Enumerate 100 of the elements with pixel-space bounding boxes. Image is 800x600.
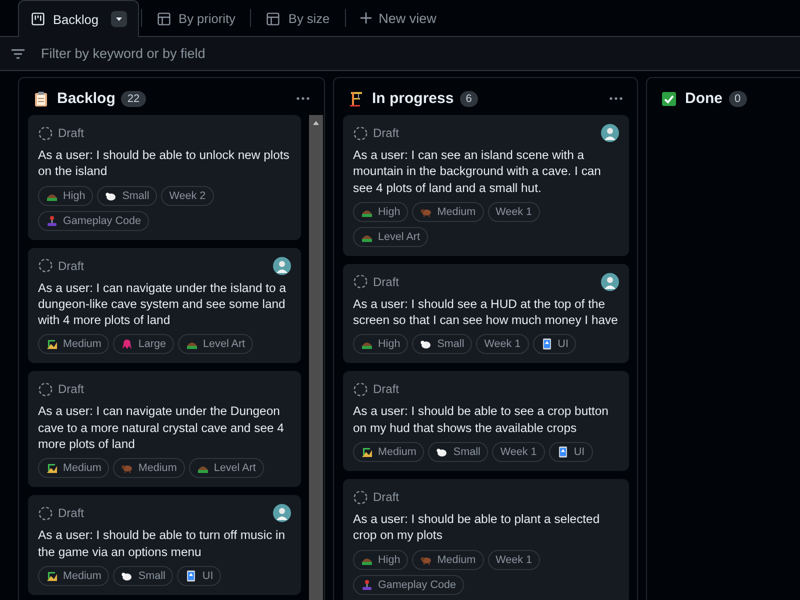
tag: High [353,550,408,570]
item-count: 6 [460,90,478,106]
status-label: Draft [58,506,84,520]
tag: Gameplay Code [38,210,150,231]
tag: Week 1 [488,550,540,570]
avatar[interactable] [273,504,291,522]
status-label: Draft [58,126,84,140]
tag: UI [532,334,576,354]
tag: Week 1 [492,442,545,462]
tag: Small [412,334,472,354]
issue-card[interactable]: Draft As a user: I should see a HUD at the top of the screen so that I can see how much money I have High Small Week 1 UI [343,264,629,364]
new-view-button[interactable]: New view [348,0,448,36]
issue-card[interactable]: Draft As a user: I can navigate under the Dungeon cave to a more natural crystal cave and see 4 more plots of land Medium Medium Level Art [28,371,301,488]
tablet-icon [540,338,553,350]
card-title: As a user: I should be able to plant a selected crop on my plots [353,511,601,544]
tag: Level Art [353,226,428,247]
status-label: Draft [58,258,84,273]
tag: High [353,202,408,222]
tag: Medium [412,202,484,222]
avatar[interactable] [273,256,291,275]
ellipsis-icon [296,97,310,100]
issue-card[interactable]: Draft As a user: I should be able to plant a selected crop on my plots High Medium Week 1 Gameplay Code [343,479,629,600]
draft-icon [353,126,368,140]
view-tab[interactable]: By priority [144,0,248,36]
card-title: As a user: I can see an island scene with a mountain in the background with a cave. I can see 4 plots of land and a small hut. [353,147,602,196]
tag: High [353,334,408,354]
tag: Week 1 [476,334,529,354]
issue-card[interactable]: Draft As a user: I can navigate under the island to a dungeon-like cave system and see some land with 4 more plots of land Medium Large Level Art [28,248,301,364]
dropdown-button[interactable] [110,11,127,27]
draft-icon [353,490,368,505]
tag: Week 1 [488,202,540,222]
tablet-icon [556,446,569,458]
status-label: Draft [373,490,400,504]
column-title: In progress [372,90,454,107]
scroll-up-icon[interactable] [312,119,320,127]
joystick-icon [46,214,58,227]
column-title: Backlog [57,90,116,107]
draft-icon [38,382,53,397]
view-tab[interactable]: By size [253,0,343,36]
card-title: As a user: I should be able to unlock new plots on the island [38,147,290,180]
tag: Medium [113,458,185,478]
draft-icon [353,274,368,290]
tag: Small [428,442,488,462]
issue-card[interactable]: Draft As a user: I should be able to see a crop button on my hud that shows the available crops Medium Small Week 1 UI [343,371,629,472]
joystick-icon [361,578,373,591]
issue-card[interactable]: Draft As a user: I can see an island scene with a mountain in the background with a cave. I can see 4 plots of land and a small hut. High Medium Week 1 Level Art [343,115,629,256]
sheep-icon [121,570,134,582]
tag: UI [177,566,222,586]
filter-input[interactable]: Filter by keyword or by field [41,46,341,61]
draft-icon [353,382,368,397]
tablet-icon [185,570,198,582]
scaffold-icon [348,90,364,106]
checkbox-icon [661,90,677,106]
tag: Medium [412,550,484,570]
tag: Medium [38,334,110,354]
board-icon [31,12,45,26]
tag: Large [113,334,174,354]
status-label: Draft [58,382,84,396]
issue-card[interactable]: Draft As a user: I should be able to unlock new plots on the island High Small Week 2 Gameplay Code [28,115,301,240]
card-title: As a user: I can navigate under the island to a dungeon-like cave system and see some land with 4 more plots of land [38,280,287,328]
card-title: As a user: I should be able to turn off music in the game via an options menu [38,527,286,560]
column-title: Done [685,90,722,107]
scrollbar[interactable] [309,115,323,600]
tag: Medium [38,566,110,586]
table-icon [156,12,171,26]
draft-icon [38,126,53,140]
tag: Gameplay Code [353,574,464,595]
card-title: As a user: I should see a HUD at the top of the screen so that I can see how much money I have [353,296,619,328]
card-title: As a user: I can navigate under the Dungeon cave to a more natural crystal cave and see 4 more plots of land [38,403,285,452]
status-label: Draft [373,382,400,396]
octopus-icon [121,338,134,350]
view-tab[interactable]: Backlog [18,0,139,37]
sheep-icon [420,338,432,350]
tag: Week 2 [161,186,214,206]
issue-card[interactable]: Draft As a user: I should be able to turn off music in the game via an options menu Medium Small UI [28,495,301,595]
draft-icon [38,258,53,274]
card-title: As a user: I should be able to see a crop button on my hud that shows the available crops [353,403,610,436]
sheep-icon [105,190,118,202]
sheep-icon [436,446,448,458]
tag: Small [113,566,174,586]
ox-icon [121,462,134,474]
ellipsis-icon [609,97,623,100]
clipboard-icon [33,90,49,106]
tag: Small [97,186,158,206]
avatar[interactable] [601,124,619,142]
avatar[interactable] [601,272,619,291]
tag: Level Art [178,334,254,354]
tag: UI [548,442,593,462]
status-label: Draft [373,274,400,289]
tag: Medium [353,442,424,462]
table-icon [266,12,280,26]
tag: High [38,186,94,206]
item-count: 22 [121,90,146,106]
tag: Level Art [188,458,264,478]
filter-icon[interactable] [11,46,25,60]
status-label: Draft [373,126,400,140]
tag: Medium [38,458,110,478]
draft-icon [38,506,53,521]
item-count: 0 [728,90,747,106]
plus-icon [360,12,372,24]
